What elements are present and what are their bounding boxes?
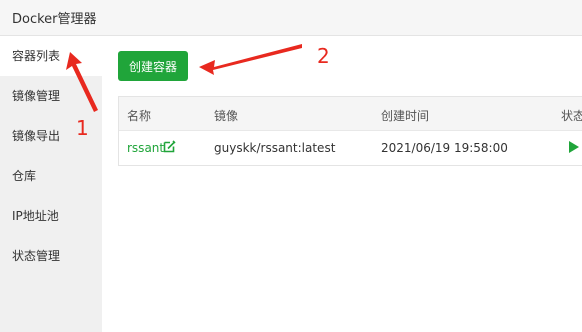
container-image: guyskk/rssant:latest: [214, 141, 336, 155]
sidebar: 容器列表 镜像管理 镜像导出 仓库 IP地址池 状态管理: [0, 36, 102, 332]
app-title: Docker管理器: [12, 12, 97, 27]
column-header-name[interactable]: 名称: [127, 107, 151, 124]
container-name-link[interactable]: rssant: [127, 141, 164, 155]
play-icon[interactable]: [569, 141, 579, 153]
sidebar-item-ip-pool[interactable]: IP地址池: [0, 196, 102, 236]
sidebar-item-container-list[interactable]: 容器列表: [0, 36, 102, 76]
table-header: 名称 镜像 创建时间 状态: [119, 97, 582, 131]
column-header-created[interactable]: 创建时间: [381, 107, 429, 124]
annotation-arrow-2: [199, 44, 302, 75]
create-container-button[interactable]: 创建容器: [118, 51, 188, 81]
title-bar: Docker管理器: [0, 0, 582, 36]
annotation-label-2: 2: [317, 44, 330, 68]
container-table: 名称 镜像 创建时间 状态 rssant guyskk/rssant:lates…: [118, 96, 582, 166]
annotation-label-1: 1: [76, 116, 89, 140]
edit-icon[interactable]: [163, 140, 176, 153]
sidebar-item-repository[interactable]: 仓库: [0, 156, 102, 196]
column-header-image[interactable]: 镜像: [214, 107, 238, 124]
container-created-time: 2021/06/19 19:58:00: [381, 141, 508, 155]
sidebar-item-status-management[interactable]: 状态管理: [0, 236, 102, 276]
sidebar-item-image-management[interactable]: 镜像管理: [0, 76, 102, 116]
column-header-status[interactable]: 状态: [561, 107, 582, 124]
